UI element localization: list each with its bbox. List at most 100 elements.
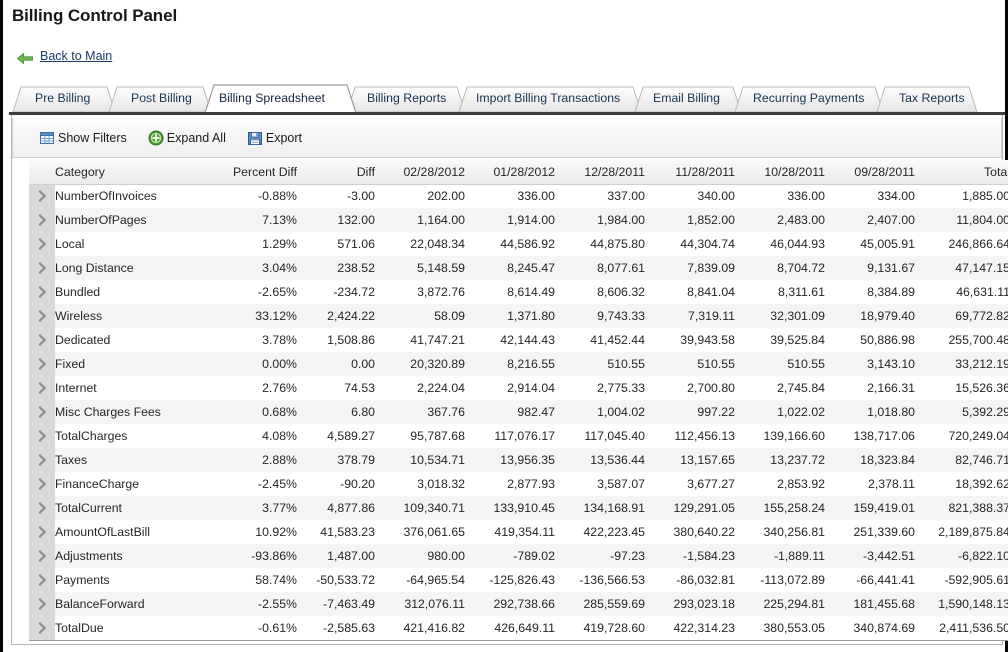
row-value-cell: 18,979.40 bbox=[825, 304, 915, 328]
table-row[interactable]: Fixed 0.00% 0.00 20,320.89 8,216.55 510.55 510… bbox=[29, 352, 1008, 376]
row-value-cell: 134,168.91 bbox=[555, 496, 645, 520]
table-row[interactable]: NumberOfPages 7.13% 132.00 1,164.00 1,914.00… bbox=[29, 208, 1008, 232]
table-row[interactable]: NumberOfInvoices -0.88% -3.00 202.00 336.00 3… bbox=[29, 184, 1008, 208]
row-value-cell: 22,048.34 bbox=[375, 232, 465, 256]
row-value-cell: 337.00 bbox=[555, 184, 645, 208]
tab-post-billing[interactable]: Post Billing bbox=[131, 90, 192, 106]
row-value-cell: 2.76% bbox=[205, 376, 297, 400]
row-category-cell: NumberOfPages bbox=[55, 208, 205, 232]
row-value-cell: 8,384.89 bbox=[825, 280, 915, 304]
row-expander-chevron-right-icon[interactable] bbox=[29, 472, 55, 496]
table-row[interactable]: TotalCurrent 3.77% 4,877.86 109,340.71 133,9… bbox=[29, 496, 1008, 520]
row-value-cell: 2,877.93 bbox=[465, 472, 555, 496]
row-category-cell: Fixed bbox=[55, 352, 205, 376]
row-expander-chevron-right-icon[interactable] bbox=[29, 376, 55, 400]
export-button[interactable]: Export bbox=[247, 130, 302, 146]
row-value-cell: 95,787.68 bbox=[375, 424, 465, 448]
tab-billing-spreadsheet[interactable]: Billing Spreadsheet bbox=[219, 90, 325, 106]
export-label: Export bbox=[265, 130, 302, 145]
row-value-cell: 2,424.22 bbox=[297, 304, 375, 328]
tab-import-billing-transactions[interactable]: Import Billing Transactions bbox=[476, 90, 620, 106]
back-to-main-link[interactable]: Back to Main bbox=[16, 49, 112, 64]
row-value-cell: -1,584.23 bbox=[645, 544, 735, 568]
table-row[interactable]: Misc Charges Fees 0.68% 6.80 367.76 982.47 1,… bbox=[29, 400, 1008, 424]
grid-header-period-2[interactable]: 01/28/2012 bbox=[465, 160, 555, 185]
row-expander-chevron-right-icon[interactable] bbox=[29, 400, 55, 424]
back-to-main-label[interactable]: Back to Main bbox=[40, 49, 112, 63]
table-filter-icon bbox=[39, 130, 55, 146]
row-value-cell: 11,804.00 bbox=[915, 208, 1008, 232]
grid-header-period-6[interactable]: 09/28/2011 bbox=[825, 160, 915, 185]
row-expander-chevron-right-icon[interactable] bbox=[29, 328, 55, 352]
row-value-cell: 8,216.55 bbox=[465, 352, 555, 376]
row-expander-chevron-right-icon[interactable] bbox=[29, 616, 55, 641]
grid-header-diff[interactable]: Diff bbox=[297, 160, 375, 185]
row-value-cell: 225,294.81 bbox=[735, 592, 825, 616]
row-value-cell: 132.00 bbox=[297, 208, 375, 232]
table-row[interactable]: BalanceForward -2.55% -7,463.49 312,076.11 2… bbox=[29, 592, 1008, 616]
row-value-cell: 32,301.09 bbox=[735, 304, 825, 328]
table-row[interactable]: Wireless 33.12% 2,424.22 58.09 1,371.80 9,743… bbox=[29, 304, 1008, 328]
table-row[interactable]: TotalDue -0.61% -2,585.63 421,416.82 426,649… bbox=[29, 616, 1008, 641]
grid-header-period-1[interactable]: 02/28/2012 bbox=[375, 160, 465, 185]
row-expander-chevron-right-icon[interactable] bbox=[29, 208, 55, 232]
grid-header-period-3[interactable]: 12/28/2011 bbox=[555, 160, 645, 185]
row-value-cell: 41,747.21 bbox=[375, 328, 465, 352]
tab-billing-reports[interactable]: Billing Reports bbox=[367, 90, 446, 106]
row-value-cell: -2.55% bbox=[205, 592, 297, 616]
row-value-cell: 376,061.65 bbox=[375, 520, 465, 544]
row-expander-chevron-right-icon[interactable] bbox=[29, 544, 55, 568]
row-value-cell: 2,224.04 bbox=[375, 376, 465, 400]
row-value-cell: 8,311.61 bbox=[735, 280, 825, 304]
table-row[interactable]: Long Distance 3.04% 238.52 5,148.59 8,245.47… bbox=[29, 256, 1008, 280]
table-row[interactable]: Local 1.29% 571.06 22,048.34 44,586.92 44,875… bbox=[29, 232, 1008, 256]
row-expander-chevron-right-icon[interactable] bbox=[29, 592, 55, 616]
row-value-cell: 421,416.82 bbox=[375, 616, 465, 641]
table-row[interactable]: Payments 58.74% -50,533.72 -64,965.54 -125,8… bbox=[29, 568, 1008, 592]
row-value-cell: -2.45% bbox=[205, 472, 297, 496]
page-title: Billing Control Panel bbox=[12, 6, 178, 25]
row-value-cell: 1,914.00 bbox=[465, 208, 555, 232]
table-row[interactable]: FinanceCharge -2.45% -90.20 3,018.32 2,877.9… bbox=[29, 472, 1008, 496]
row-expander-chevron-right-icon[interactable] bbox=[29, 424, 55, 448]
grid-header-period-5[interactable]: 10/28/2011 bbox=[735, 160, 825, 185]
table-row[interactable]: Dedicated 3.78% 1,508.86 41,747.21 42,144.43… bbox=[29, 328, 1008, 352]
tab-recurring-payments[interactable]: Recurring Payments bbox=[753, 90, 864, 106]
grid-header-category[interactable]: Category bbox=[55, 160, 205, 185]
row-expander-chevron-right-icon[interactable] bbox=[29, 232, 55, 256]
table-row[interactable]: AmountOfLastBill 10.92% 41,583.23 376,061.6… bbox=[29, 520, 1008, 544]
row-value-cell: -86,032.81 bbox=[645, 568, 735, 592]
table-row[interactable]: Internet 2.76% 74.53 2,224.04 2,914.04 2,775.… bbox=[29, 376, 1008, 400]
row-expander-chevron-right-icon[interactable] bbox=[29, 256, 55, 280]
show-filters-button[interactable]: Show Filters bbox=[39, 130, 127, 146]
table-row[interactable]: Taxes 2.88% 378.79 10,534.71 13,956.35 13,536… bbox=[29, 448, 1008, 472]
tab-tax-reports[interactable]: Tax Reports bbox=[899, 90, 965, 106]
row-expander-chevron-right-icon[interactable] bbox=[29, 568, 55, 592]
row-value-cell: 2,407.00 bbox=[825, 208, 915, 232]
row-value-cell: 7,319.11 bbox=[645, 304, 735, 328]
expand-all-button[interactable]: Expand All bbox=[148, 130, 226, 146]
grid-header-percent-diff[interactable]: Percent Diff bbox=[205, 160, 297, 185]
row-value-cell: 2,189,875.84 bbox=[915, 520, 1008, 544]
table-row[interactable]: Bundled -2.65% -234.72 3,872.76 8,614.49 8,60… bbox=[29, 280, 1008, 304]
table-row[interactable]: TotalCharges 4.08% 4,589.27 95,787.68 117,07… bbox=[29, 424, 1008, 448]
table-row[interactable]: Adjustments -93.86% 1,487.00 980.00 -789.02-… bbox=[29, 544, 1008, 568]
row-value-cell: 1,022.02 bbox=[735, 400, 825, 424]
row-expander-chevron-right-icon[interactable] bbox=[29, 304, 55, 328]
row-expander-chevron-right-icon[interactable] bbox=[29, 184, 55, 208]
row-expander-chevron-right-icon[interactable] bbox=[29, 448, 55, 472]
row-category-cell: Internet bbox=[55, 376, 205, 400]
row-value-cell: 510.55 bbox=[555, 352, 645, 376]
tab-email-billing[interactable]: Email Billing bbox=[653, 90, 720, 106]
row-expander-chevron-right-icon[interactable] bbox=[29, 352, 55, 376]
row-value-cell: 42,144.43 bbox=[465, 328, 555, 352]
row-value-cell: 133,910.45 bbox=[465, 496, 555, 520]
billing-spreadsheet-grid: Category Percent Diff Diff 02/28/2012 01… bbox=[29, 160, 1008, 641]
row-expander-chevron-right-icon[interactable] bbox=[29, 520, 55, 544]
tab-pre-billing[interactable]: Pre Billing bbox=[35, 90, 90, 106]
grid-header-total[interactable]: Total bbox=[915, 160, 1008, 185]
row-expander-chevron-right-icon[interactable] bbox=[29, 496, 55, 520]
row-expander-chevron-right-icon[interactable] bbox=[29, 280, 55, 304]
grid-header-period-4[interactable]: 11/28/2011 bbox=[645, 160, 735, 185]
row-value-cell: 292,738.66 bbox=[465, 592, 555, 616]
